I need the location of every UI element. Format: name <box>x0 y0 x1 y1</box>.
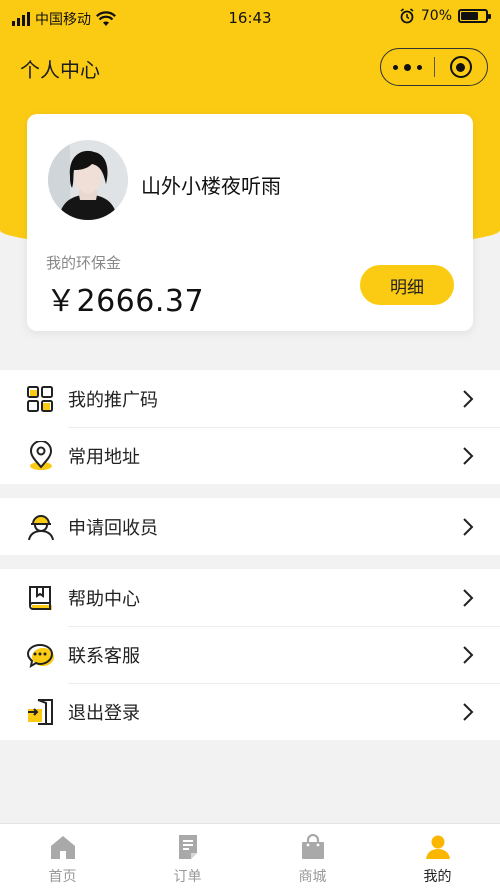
tab-label: 首页 <box>48 869 77 885</box>
avatar[interactable] <box>48 140 128 220</box>
home-icon <box>51 836 75 859</box>
close-target-icon <box>449 56 472 78</box>
fund-amount: ￥2666.37 <box>46 284 205 319</box>
tab-bar: 首页 订单 商城 我的 <box>0 823 500 889</box>
menu-item-promo-code[interactable]: 我的推广码 <box>0 370 500 427</box>
tab-home[interactable]: 首页 <box>0 824 125 889</box>
tab-shop[interactable]: 商城 <box>250 824 375 889</box>
more-menu-button[interactable] <box>381 63 434 71</box>
fund-label: 我的环保金 <box>46 254 122 272</box>
book-icon <box>29 586 52 610</box>
order-icon <box>179 835 197 859</box>
battery-percent: 70% <box>420 8 452 24</box>
close-mini-program-button[interactable] <box>434 56 487 78</box>
mini-program-capsule <box>380 48 488 86</box>
tab-orders[interactable]: 订单 <box>125 824 250 889</box>
location-pin-icon <box>29 441 53 470</box>
worker-icon <box>28 515 54 541</box>
menu-item-label: 我的推广码 <box>68 389 158 411</box>
menu-group-2: 申请回收员 <box>0 498 500 555</box>
menu-item-logout[interactable]: 退出登录 <box>0 683 500 740</box>
menu-item-help-center[interactable]: 帮助中心 <box>0 569 500 626</box>
username: 山外小楼夜听雨 <box>141 174 281 198</box>
chevron-right-icon <box>463 390 474 408</box>
shop-bag-icon <box>302 834 324 859</box>
menu-item-apply-collector[interactable]: 申请回收员 <box>0 498 500 555</box>
detail-button[interactable]: 明细 <box>360 265 454 305</box>
tab-label: 商城 <box>298 869 327 885</box>
tab-label: 订单 <box>173 869 202 885</box>
menu-item-customer-service[interactable]: 联系客服 <box>0 626 500 683</box>
chevron-right-icon <box>463 703 474 721</box>
chevron-right-icon <box>463 646 474 664</box>
menu-item-label: 常用地址 <box>68 446 140 468</box>
menu-group-1: 我的推广码 常用地址 <box>0 370 500 484</box>
menu-item-label: 联系客服 <box>68 645 140 667</box>
alarm-icon <box>400 8 414 24</box>
tab-label: 我的 <box>423 869 452 885</box>
menu-item-label: 申请回收员 <box>68 517 158 539</box>
menu-item-label: 帮助中心 <box>68 588 140 610</box>
chevron-right-icon <box>463 589 474 607</box>
avatar-image <box>48 140 128 220</box>
logout-icon <box>28 699 53 725</box>
user-card: 山外小楼夜听雨 我的环保金 ￥2666.37 明细 <box>27 114 473 331</box>
menu-group-3: 帮助中心 联系客服 退出登录 <box>0 569 500 740</box>
battery-icon <box>458 9 491 23</box>
user-icon <box>426 835 450 859</box>
chat-icon <box>26 643 54 669</box>
menu-item-label: 退出登录 <box>68 702 140 724</box>
chevron-right-icon <box>463 447 474 465</box>
status-bar: 中国移动 16:43 70% <box>0 0 500 36</box>
tab-mine[interactable]: 我的 <box>375 824 500 889</box>
qrcode-icon <box>27 386 53 412</box>
chevron-right-icon <box>463 518 474 536</box>
menu-item-address[interactable]: 常用地址 <box>0 427 500 484</box>
page-title: 个人中心 <box>20 58 100 82</box>
